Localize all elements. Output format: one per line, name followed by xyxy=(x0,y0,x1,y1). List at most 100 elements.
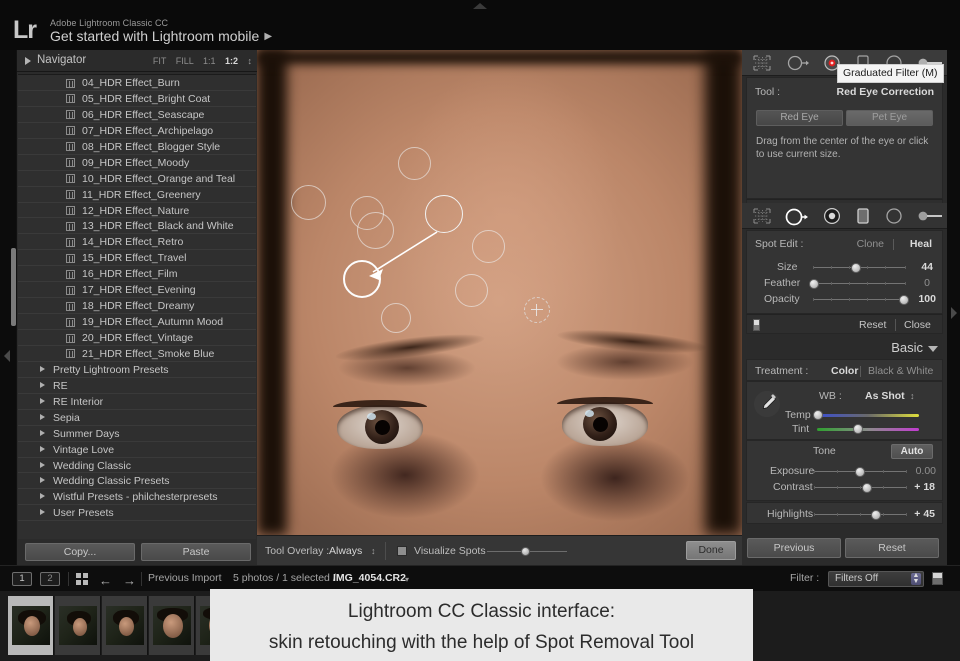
spot-removal-icon-active[interactable] xyxy=(784,207,810,227)
spot-removal-icon[interactable] xyxy=(786,54,810,72)
opacity-slider-knob[interactable] xyxy=(899,295,909,305)
filter-toggle-icon[interactable] xyxy=(932,572,943,585)
preset-group-row[interactable]: RE Interior xyxy=(18,394,256,410)
preset-item-row[interactable]: 04_HDR Effect_Burn xyxy=(18,75,256,91)
heal-mode-button[interactable]: Heal xyxy=(910,238,932,250)
visualize-spots-slider-knob[interactable] xyxy=(521,547,530,556)
top-panel-toggle-arrow[interactable] xyxy=(473,3,487,9)
white-balance-selector-icon[interactable] xyxy=(753,390,781,418)
go-back-icon[interactable]: ← xyxy=(99,573,112,588)
filename-dropdown-icon[interactable]: ▾ xyxy=(405,575,409,584)
clone-mode-button[interactable]: Clone xyxy=(857,238,884,250)
collapse-left-panel-icon[interactable] xyxy=(4,350,10,362)
preset-item-row[interactable]: 10_HDR Effect_Orange and Teal xyxy=(18,171,256,187)
preset-item-row[interactable]: 16_HDR Effect_Film xyxy=(18,266,256,282)
done-button[interactable]: Done xyxy=(686,541,736,560)
chevron-right-icon[interactable] xyxy=(40,477,45,483)
paste-button[interactable]: Paste xyxy=(141,543,251,561)
preset-group-row[interactable]: User Presets xyxy=(18,505,256,521)
preset-group-row[interactable]: RE xyxy=(18,378,256,394)
feather-slider-knob[interactable] xyxy=(809,279,819,289)
get-started-link[interactable]: Get started with Lightroom mobile▶ xyxy=(50,28,272,44)
chevron-right-icon[interactable] xyxy=(40,414,45,420)
wb-value[interactable]: As Shot xyxy=(865,390,905,402)
zoom-fill-button[interactable]: FILL xyxy=(176,56,194,66)
grid-view-icon[interactable] xyxy=(76,573,89,586)
zoom-stepper-icon[interactable]: ↕ xyxy=(248,56,253,66)
red-eye-correction-icon-2[interactable] xyxy=(822,207,842,225)
preset-item-row[interactable]: 19_HDR Effect_Autumn Mood xyxy=(18,314,256,330)
preset-item-row[interactable]: 14_HDR Effect_Retro xyxy=(18,234,256,250)
chevron-right-icon[interactable] xyxy=(40,382,45,388)
chevron-right-icon[interactable] xyxy=(40,446,45,452)
highlights-slider-track[interactable] xyxy=(814,514,907,515)
chevron-right-icon[interactable] xyxy=(40,366,45,372)
preset-item-row[interactable]: 05_HDR Effect_Bright Coat xyxy=(18,91,256,107)
zoom-fit-button[interactable]: FIT xyxy=(153,56,166,66)
highlights-slider-knob[interactable] xyxy=(871,510,881,520)
filter-stepper-icon[interactable]: ▲▼ xyxy=(911,573,921,585)
auto-tone-button[interactable]: Auto xyxy=(891,444,933,459)
preset-item-row[interactable]: 06_HDR Effect_Seascape xyxy=(18,107,256,123)
copy-button[interactable]: Copy... xyxy=(25,543,135,561)
preset-group-row[interactable]: Pretty Lightroom Presets xyxy=(18,362,256,378)
chevron-right-icon[interactable] xyxy=(40,462,45,468)
presets-list[interactable]: 04_HDR Effect_Burn05_HDR Effect_Bright C… xyxy=(18,74,256,568)
preset-item-row[interactable]: 09_HDR Effect_Moody xyxy=(18,155,256,171)
contrast-slider-knob[interactable] xyxy=(862,483,872,493)
tint-slider-track[interactable] xyxy=(817,428,919,431)
right-reset-button[interactable]: Reset xyxy=(845,538,939,558)
preset-item-row[interactable]: 21_HDR Effect_Smoke Blue xyxy=(18,346,256,362)
exposure-slider-knob[interactable] xyxy=(855,467,865,477)
radial-filter-icon-2[interactable] xyxy=(884,207,904,225)
tool-overlay-stepper-icon[interactable]: ↕ xyxy=(371,546,376,556)
preset-item-row[interactable]: 08_HDR Effect_Blogger Style xyxy=(18,139,256,155)
preset-item-row[interactable]: 11_HDR Effect_Greenery xyxy=(18,187,256,203)
crop-overlay-icon[interactable] xyxy=(752,54,772,72)
previous-button[interactable]: Previous xyxy=(747,538,841,558)
wb-stepper-icon[interactable]: ↕ xyxy=(910,391,915,401)
chevron-right-icon[interactable] xyxy=(40,430,45,436)
chevron-down-icon[interactable] xyxy=(928,346,938,352)
preset-group-row[interactable]: Wedding Classic Presets xyxy=(18,473,256,489)
size-slider-knob[interactable] xyxy=(851,263,861,273)
tint-slider-knob[interactable] xyxy=(853,424,863,434)
chevron-right-icon[interactable] xyxy=(40,398,45,404)
tool-overlay-value[interactable]: Always xyxy=(329,545,362,557)
navigator-header[interactable]: Navigator FIT FILL 1:1 1:2 ↕ xyxy=(17,50,258,72)
preset-group-row[interactable]: Sepia xyxy=(18,410,256,426)
contrast-slider-track[interactable] xyxy=(814,487,907,488)
treatment-bw-button[interactable]: Black & White xyxy=(868,365,933,377)
temp-slider-knob[interactable] xyxy=(813,410,823,420)
collapse-right-panel-icon[interactable] xyxy=(951,307,957,319)
preset-group-row[interactable]: Vintage Love xyxy=(18,442,256,458)
current-filename[interactable]: IMG_4054.CR2 xyxy=(333,572,406,584)
preset-group-row[interactable]: Summer Days xyxy=(18,426,256,442)
preset-item-row[interactable]: 15_HDR Effect_Travel xyxy=(18,250,256,266)
temp-slider-track[interactable] xyxy=(817,414,919,417)
preset-group-row[interactable]: Wedding Classic xyxy=(18,458,256,474)
crop-overlay-icon-2[interactable] xyxy=(752,207,772,225)
spot-reset-button[interactable]: Reset xyxy=(859,319,886,331)
navigator-disclosure-icon[interactable] xyxy=(25,57,31,65)
opacity-slider-track[interactable] xyxy=(813,299,906,300)
preset-item-row[interactable]: 07_HDR Effect_Archipelago xyxy=(18,123,256,139)
chevron-right-icon[interactable] xyxy=(40,509,45,515)
spot-panel-switch-icon[interactable] xyxy=(753,319,760,331)
basic-section-header[interactable]: Basic xyxy=(746,338,943,358)
source-label[interactable]: Previous Import xyxy=(148,572,222,584)
preset-item-row[interactable]: 17_HDR Effect_Evening xyxy=(18,282,256,298)
screen-2-button[interactable]: 2 xyxy=(40,572,60,586)
filmstrip-thumbnail[interactable] xyxy=(102,596,148,655)
adjustment-brush-icon-2[interactable] xyxy=(918,207,944,225)
filter-select[interactable]: Filters Off ▲▼ xyxy=(828,571,924,587)
treatment-color-button[interactable]: Color xyxy=(831,365,858,377)
zoom-1-1-button[interactable]: 1:1 xyxy=(203,56,216,66)
feather-slider-track[interactable] xyxy=(813,283,906,284)
filmstrip-thumbnail[interactable] xyxy=(149,596,195,655)
spot-close-button[interactable]: Close xyxy=(904,319,931,331)
graduated-filter-icon-2[interactable] xyxy=(854,207,872,225)
preset-item-row[interactable]: 12_HDR Effect_Nature xyxy=(18,203,256,219)
go-forward-icon[interactable]: → xyxy=(123,573,136,588)
filmstrip-thumbnail[interactable] xyxy=(55,596,101,655)
